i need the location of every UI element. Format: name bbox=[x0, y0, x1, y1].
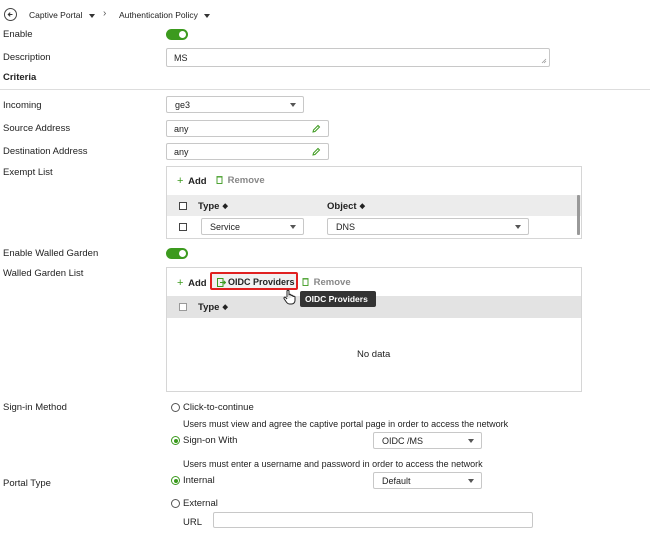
walled-add-label: Add bbox=[188, 278, 207, 289]
oidc-providers-label: OIDC Providers bbox=[228, 276, 295, 287]
chevron-down-icon bbox=[515, 224, 521, 229]
oidc-providers-button[interactable]: OIDC Providers bbox=[210, 272, 298, 290]
pencil-icon[interactable] bbox=[311, 147, 321, 157]
breadcrumb-authentication-policy[interactable]: Authentication Policy bbox=[119, 10, 198, 20]
tooltip-text: OIDC Providers bbox=[305, 294, 368, 304]
internal-label[interactable]: Internal bbox=[183, 475, 215, 486]
exempt-list-panel: + Add Remove Type ◆ Object ◆ Service DNS bbox=[166, 166, 582, 239]
criteria-divider bbox=[0, 89, 650, 90]
exempt-list-label: Exempt List bbox=[3, 167, 53, 178]
walled-select-all-checkbox[interactable] bbox=[179, 303, 187, 311]
back-button[interactable] bbox=[4, 8, 17, 21]
trash-icon bbox=[302, 278, 309, 286]
incoming-label: Incoming bbox=[3, 100, 42, 111]
source-address-label: Source Address bbox=[3, 123, 71, 134]
walled-remove-label: Remove bbox=[313, 277, 351, 288]
hand-pointer-icon bbox=[283, 289, 296, 305]
url-label: URL bbox=[183, 517, 203, 528]
walled-add-button[interactable]: + Add bbox=[177, 277, 207, 289]
source-address-field[interactable]: any bbox=[166, 120, 329, 137]
enable-label: Enable bbox=[3, 29, 33, 40]
chevron-down-icon bbox=[468, 478, 474, 483]
destination-address-label: Destination Address bbox=[3, 146, 88, 157]
exempt-col-type-label: Type bbox=[198, 201, 220, 212]
incoming-select[interactable]: ge3 bbox=[166, 96, 304, 113]
source-address-value: any bbox=[174, 123, 189, 134]
click-to-continue-radio[interactable] bbox=[171, 403, 180, 412]
scrollbar[interactable] bbox=[577, 195, 580, 235]
walled-garden-enable-label: Enable Walled Garden bbox=[3, 248, 99, 259]
trash-icon bbox=[216, 176, 223, 184]
row-object-select[interactable]: DNS bbox=[327, 218, 529, 235]
exempt-add-button[interactable]: + Add bbox=[177, 175, 207, 187]
click-to-continue-label[interactable]: Click-to-continue bbox=[183, 402, 254, 413]
chevron-down-icon bbox=[468, 438, 474, 443]
walled-remove-button[interactable]: Remove bbox=[302, 277, 351, 288]
sort-icon: ◆ bbox=[359, 203, 365, 210]
table-row: Service DNS bbox=[167, 217, 581, 237]
exempt-add-label: Add bbox=[188, 176, 207, 187]
internal-select[interactable]: Default bbox=[373, 472, 482, 489]
destination-address-field[interactable]: any bbox=[166, 143, 329, 160]
description-field[interactable]: MS bbox=[166, 48, 550, 67]
pencil-icon[interactable] bbox=[311, 124, 321, 134]
walled-col-type-label: Type bbox=[198, 302, 220, 313]
breadcrumb-captive-portal[interactable]: Captive Portal bbox=[29, 10, 82, 20]
chevron-right-icon: › bbox=[103, 8, 107, 19]
caret-down-icon[interactable] bbox=[89, 14, 95, 18]
walled-garden-toggle[interactable] bbox=[166, 248, 188, 259]
exempt-table-header: Type ◆ Object ◆ bbox=[167, 195, 581, 216]
chevron-down-icon bbox=[290, 224, 296, 229]
exempt-select-all-checkbox[interactable] bbox=[179, 202, 187, 210]
url-field[interactable] bbox=[213, 512, 533, 528]
sign-on-with-radio[interactable] bbox=[171, 436, 180, 445]
sign-on-help: Users must enter a username and password… bbox=[183, 459, 483, 469]
walled-col-type[interactable]: Type ◆ bbox=[198, 302, 228, 313]
caret-down-icon[interactable] bbox=[204, 14, 210, 18]
click-to-continue-help: Users must view and agree the captive po… bbox=[183, 419, 509, 429]
tooltip: OIDC Providers bbox=[300, 291, 376, 307]
destination-address-value: any bbox=[174, 146, 189, 157]
row-type-value: Service bbox=[210, 221, 241, 232]
exempt-col-object[interactable]: Object ◆ bbox=[327, 201, 365, 212]
external-label[interactable]: External bbox=[183, 498, 218, 509]
exempt-col-type[interactable]: Type ◆ bbox=[198, 201, 228, 212]
internal-radio[interactable] bbox=[171, 476, 180, 485]
arrow-left-icon bbox=[7, 12, 13, 17]
walled-garden-list-label: Walled Garden List bbox=[3, 268, 84, 279]
description-value: MS bbox=[174, 52, 188, 63]
criteria-heading: Criteria bbox=[3, 72, 37, 83]
sign-on-select[interactable]: OIDC /MS bbox=[373, 432, 482, 449]
chevron-down-icon bbox=[290, 102, 296, 107]
sort-icon: ◆ bbox=[222, 304, 228, 311]
plus-icon: + bbox=[177, 175, 184, 187]
exempt-remove-button[interactable]: Remove bbox=[216, 175, 265, 186]
external-radio[interactable] bbox=[171, 499, 180, 508]
sort-icon: ◆ bbox=[222, 203, 228, 210]
incoming-value: ge3 bbox=[175, 99, 191, 110]
internal-value: Default bbox=[382, 475, 411, 486]
row-object-value: DNS bbox=[336, 221, 356, 232]
breadcrumb: Captive Portal › Authentication Policy bbox=[4, 7, 644, 23]
empty-state: No data bbox=[357, 349, 391, 360]
signin-method-label: Sign-in Method bbox=[3, 402, 67, 413]
login-icon bbox=[217, 277, 226, 287]
sign-on-with-label[interactable]: Sign-on With bbox=[183, 435, 237, 446]
resize-handle-icon[interactable] bbox=[541, 58, 547, 64]
row-checkbox[interactable] bbox=[179, 223, 187, 231]
portal-type-label: Portal Type bbox=[3, 478, 51, 489]
description-label: Description bbox=[3, 52, 51, 63]
exempt-col-object-label: Object bbox=[327, 201, 357, 212]
enable-toggle[interactable] bbox=[166, 29, 188, 40]
walled-garden-panel: + Add OIDC Providers Remove Type ◆ No dat… bbox=[166, 267, 582, 392]
exempt-remove-label: Remove bbox=[227, 175, 265, 186]
sign-on-value: OIDC /MS bbox=[382, 435, 424, 446]
plus-icon: + bbox=[177, 277, 184, 289]
row-type-select[interactable]: Service bbox=[201, 218, 304, 235]
